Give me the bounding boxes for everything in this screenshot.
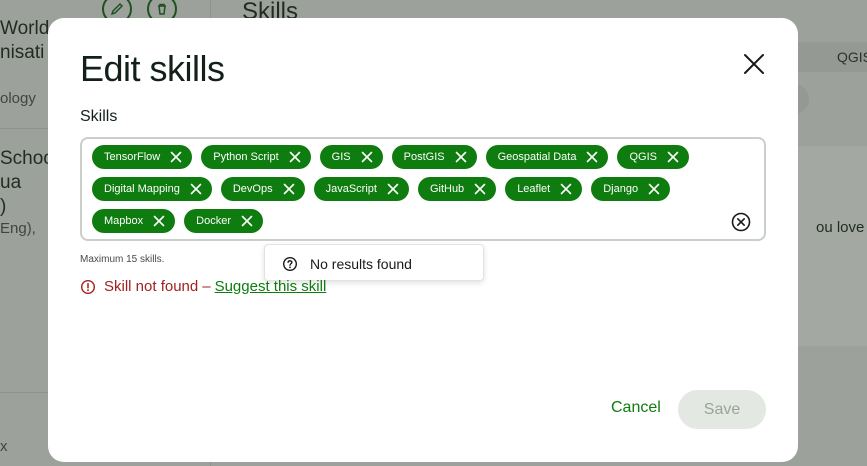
clear-all-icon[interactable] <box>730 211 752 233</box>
skill-chip: JavaScript <box>313 177 409 201</box>
skill-chip-label: Python Script <box>213 151 279 163</box>
edit-skills-dialog: Edit skills Skills TensorFlow Python Scri… <box>48 18 798 462</box>
skill-chip-label: Geospatial Data <box>497 151 577 163</box>
skill-chip-label: JavaScript <box>325 183 377 195</box>
remove-skill-icon[interactable] <box>665 149 681 165</box>
remove-skill-icon[interactable] <box>281 181 297 197</box>
skill-chip-label: PostGIS <box>403 151 445 163</box>
skill-chip-label: Mapbox <box>104 215 144 227</box>
skill-chip: GIS <box>319 145 383 169</box>
skills-chip-list: TensorFlow Python Script GIS PostGIS Geospat… <box>92 145 712 233</box>
skill-chip: PostGIS <box>391 145 477 169</box>
remove-skill-icon[interactable] <box>385 181 401 197</box>
skills-input[interactable]: TensorFlow Python Script GIS PostGIS Geospat… <box>80 137 766 241</box>
remove-skill-icon[interactable] <box>646 181 662 197</box>
remove-skill-icon[interactable] <box>453 149 469 165</box>
skill-chip-label: Docker <box>196 215 231 227</box>
remove-skill-icon[interactable] <box>472 181 488 197</box>
suggestions-dropdown: No results found <box>264 244 484 281</box>
skill-chip-label: GitHub <box>429 183 465 195</box>
cancel-button[interactable]: Cancel <box>611 399 661 417</box>
error-message: Skill not found – Suggest this skill <box>80 278 326 295</box>
remove-skill-icon[interactable] <box>584 149 600 165</box>
skill-chip: Geospatial Data <box>485 145 609 169</box>
skill-chip: Django <box>591 177 671 201</box>
skill-chip: Digital Mapping <box>92 177 212 201</box>
skill-chip-label: Django <box>603 183 639 195</box>
remove-skill-icon[interactable] <box>287 149 303 165</box>
save-button[interactable]: Save <box>678 390 766 429</box>
skill-chip: Mapbox <box>92 209 176 233</box>
skill-chip-label: GIS <box>331 151 351 163</box>
error-text: Skill not found <box>104 278 199 295</box>
skill-chip: Docker <box>184 209 263 233</box>
remove-skill-icon[interactable] <box>168 149 184 165</box>
skill-chip: QGIS <box>617 145 689 169</box>
error-separator: – <box>202 278 211 295</box>
close-button[interactable] <box>739 49 769 79</box>
no-results-text: No results found <box>310 256 412 272</box>
skill-chip: DevOps <box>220 177 305 201</box>
remove-skill-icon[interactable] <box>558 181 574 197</box>
dialog-title: Edit skills <box>80 48 225 89</box>
skills-field-label: Skills <box>80 108 118 125</box>
remove-skill-icon[interactable] <box>188 181 204 197</box>
skill-chip: TensorFlow <box>92 145 193 169</box>
skill-chip-label: DevOps <box>232 183 273 195</box>
skill-chip: Leaflet <box>505 177 583 201</box>
skill-chip-label: TensorFlow <box>104 151 161 163</box>
question-circle-icon <box>282 256 298 272</box>
skill-chip-label: Digital Mapping <box>104 183 180 195</box>
remove-skill-icon[interactable] <box>239 213 255 229</box>
alert-circle-icon <box>80 279 96 294</box>
remove-skill-icon[interactable] <box>359 149 375 165</box>
max-skills-hint: Maximum 15 skills. <box>80 254 165 265</box>
remove-skill-icon[interactable] <box>151 213 167 229</box>
close-icon <box>744 54 764 74</box>
skill-chip-label: QGIS <box>629 151 657 163</box>
skill-chip: GitHub <box>417 177 497 201</box>
skill-chip: Python Script <box>201 145 311 169</box>
skill-chip-label: Leaflet <box>517 183 551 195</box>
suggest-skill-link[interactable]: Suggest this skill <box>215 278 327 295</box>
